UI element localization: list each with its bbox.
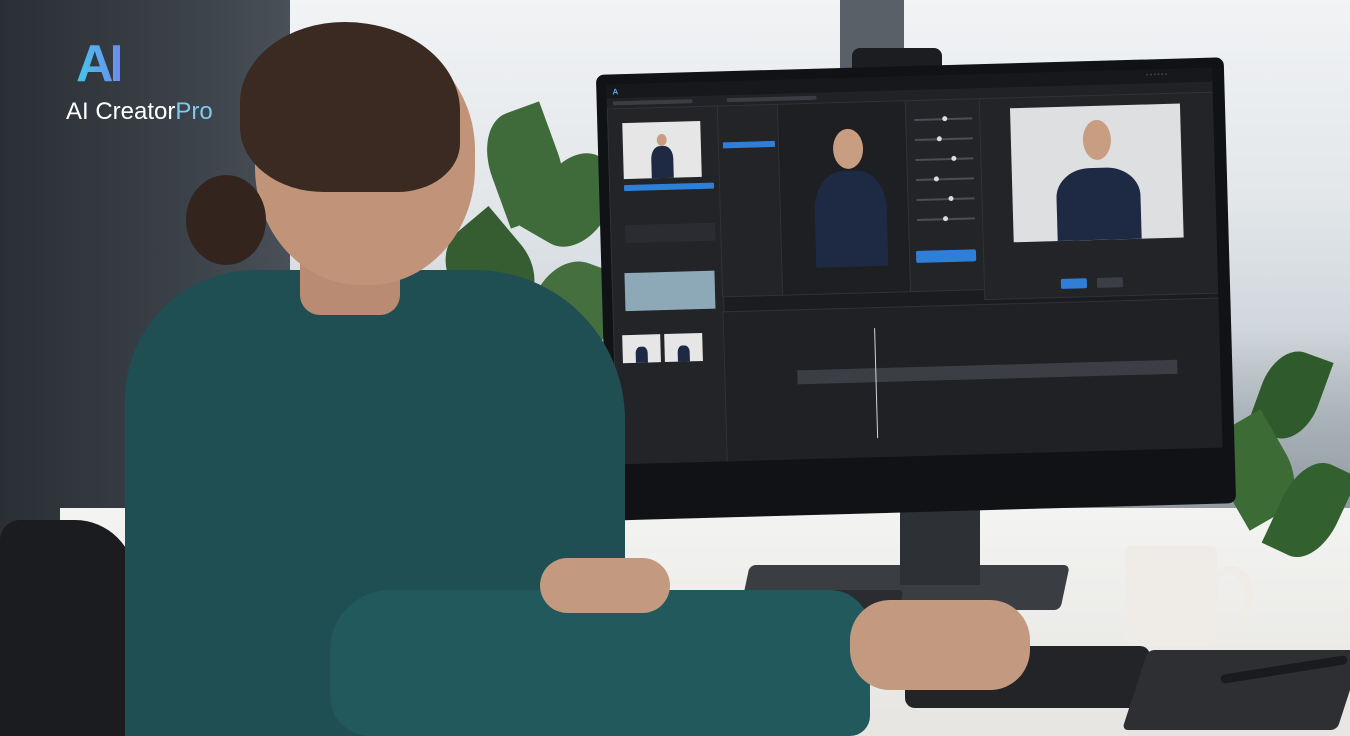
slider-knob[interactable]: [933, 176, 940, 182]
hand-on-mouse: [850, 600, 1030, 690]
avatar-body: [813, 169, 889, 268]
avatar-head: [832, 128, 864, 170]
app-logo-icon: A: [612, 87, 619, 97]
slider-knob[interactable]: [942, 116, 948, 122]
brand-mark-icon: AI: [76, 35, 124, 93]
timeline-panel: [722, 297, 1223, 464]
export-button[interactable]: [1060, 278, 1088, 289]
avatar-thumbnail[interactable]: [622, 120, 702, 180]
clip-thumbnail-1[interactable]: [622, 334, 661, 364]
slider-knob[interactable]: [936, 136, 942, 142]
slider-knob[interactable]: [948, 195, 954, 202]
adjustment-panel: [904, 98, 987, 293]
brand-name: AI CreatorPro: [66, 98, 213, 126]
window-controls-icon[interactable]: ◦ ◦ ◦ ◦ ◦ ◦: [1146, 72, 1167, 79]
preview-canvas: [776, 100, 913, 296]
potted-plant-right: [1199, 340, 1350, 600]
coffee-mug: [1125, 546, 1217, 646]
media-panel: [606, 105, 729, 465]
slider-knob[interactable]: [942, 216, 949, 222]
selected-media-row[interactable]: [623, 182, 715, 192]
active-setting[interactable]: [722, 140, 775, 149]
office-chair: [0, 520, 135, 736]
timeline-track[interactable]: [797, 359, 1178, 385]
brand-suffix: Pro: [175, 98, 213, 125]
output-preview: [1009, 103, 1184, 243]
brand-name-text: AI Creator: [66, 98, 176, 125]
slider-knob[interactable]: [951, 155, 957, 161]
generate-button[interactable]: [915, 249, 977, 263]
scene-thumbnail[interactable]: [624, 270, 716, 312]
voice-row[interactable]: [625, 222, 716, 244]
editor-screen: A ◦ ◦ ◦ ◦ ◦ ◦: [606, 67, 1223, 465]
monitor: A ◦ ◦ ◦ ◦ ◦ ◦: [595, 57, 1237, 521]
playhead[interactable]: [874, 328, 879, 439]
clip-thumbnail-2[interactable]: [664, 332, 703, 363]
brand-logo: AI AI CreatorPro: [66, 34, 266, 134]
mug-handle: [1207, 566, 1254, 632]
output-preview-panel: [978, 91, 1221, 301]
hair-bun: [186, 175, 266, 265]
settings-list: [716, 103, 785, 298]
hand-on-keyboard: [540, 558, 670, 613]
cancel-button[interactable]: [1096, 277, 1124, 288]
